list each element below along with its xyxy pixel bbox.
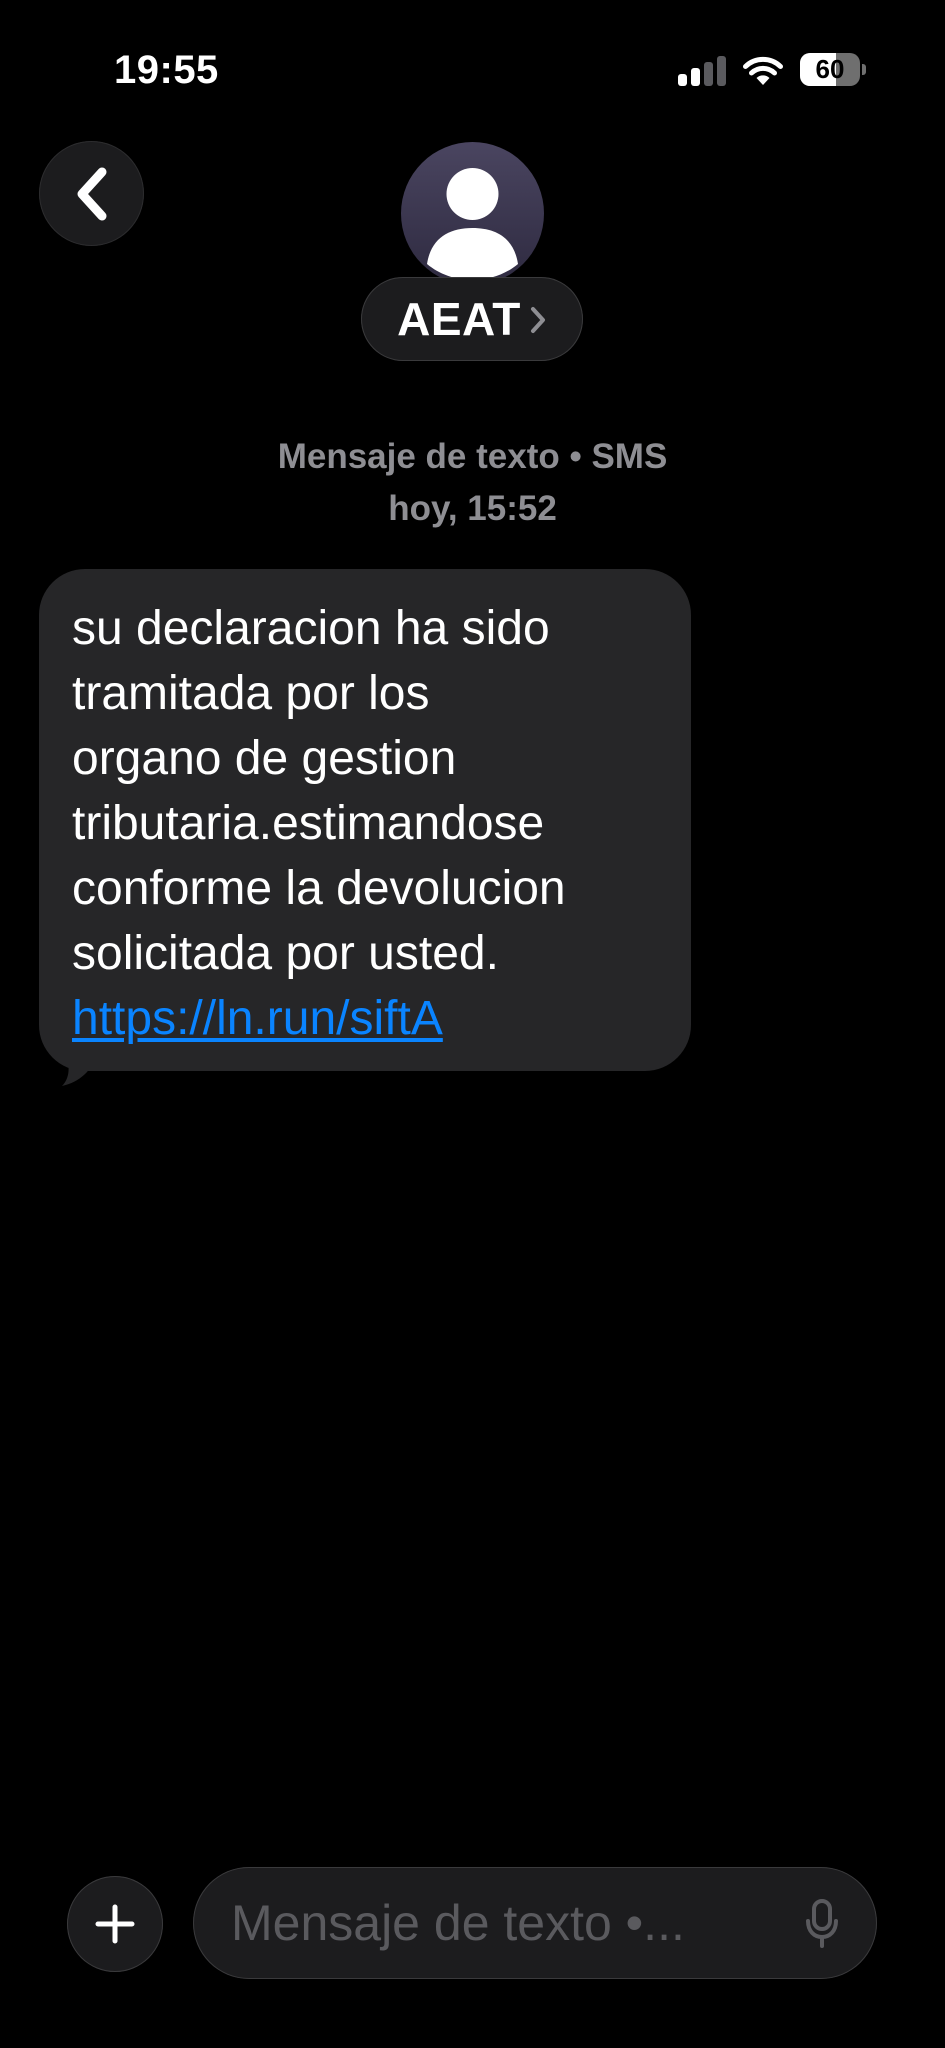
incoming-message-bubble[interactable]: su declaracion ha sido tramitada por los… — [39, 569, 691, 1071]
battery-tip — [862, 64, 866, 75]
signal-bar — [704, 62, 713, 86]
message-input[interactable]: Mensaje de texto •... — [193, 1867, 877, 1979]
chevron-left-icon — [77, 167, 106, 220]
cellular-signal-icon — [678, 56, 726, 86]
battery-icon: 60 — [800, 53, 866, 86]
add-attachment-button[interactable] — [67, 1876, 163, 1972]
chevron-right-icon — [530, 307, 545, 333]
message-input-placeholder: Mensaje de texto •... — [231, 1895, 685, 1951]
contact-avatar[interactable] — [401, 142, 544, 285]
message-link[interactable]: https://ln.run/siftA — [72, 986, 671, 1051]
message-service-label: Mensaje de texto • SMS — [277, 437, 668, 476]
back-button[interactable] — [39, 141, 144, 246]
status-time: 19:55 — [114, 48, 219, 92]
battery-body: 60 — [800, 53, 860, 86]
message-text: su declaracion ha sido tramitada por los… — [72, 602, 566, 980]
contact-name-button[interactable]: AEAT — [361, 277, 583, 361]
battery-level: 60 — [815, 54, 845, 84]
contact-name: AEAT — [397, 293, 521, 345]
message-timestamp: hoy, 15:52 — [388, 489, 557, 528]
signal-bar — [691, 68, 700, 86]
plus-icon — [95, 1904, 135, 1944]
signal-bar — [717, 56, 726, 86]
wifi-icon — [743, 56, 783, 85]
bubble-tail — [62, 1056, 96, 1086]
signal-bar — [678, 74, 687, 86]
person-icon — [427, 168, 518, 280]
microphone-icon[interactable] — [805, 1899, 839, 1949]
